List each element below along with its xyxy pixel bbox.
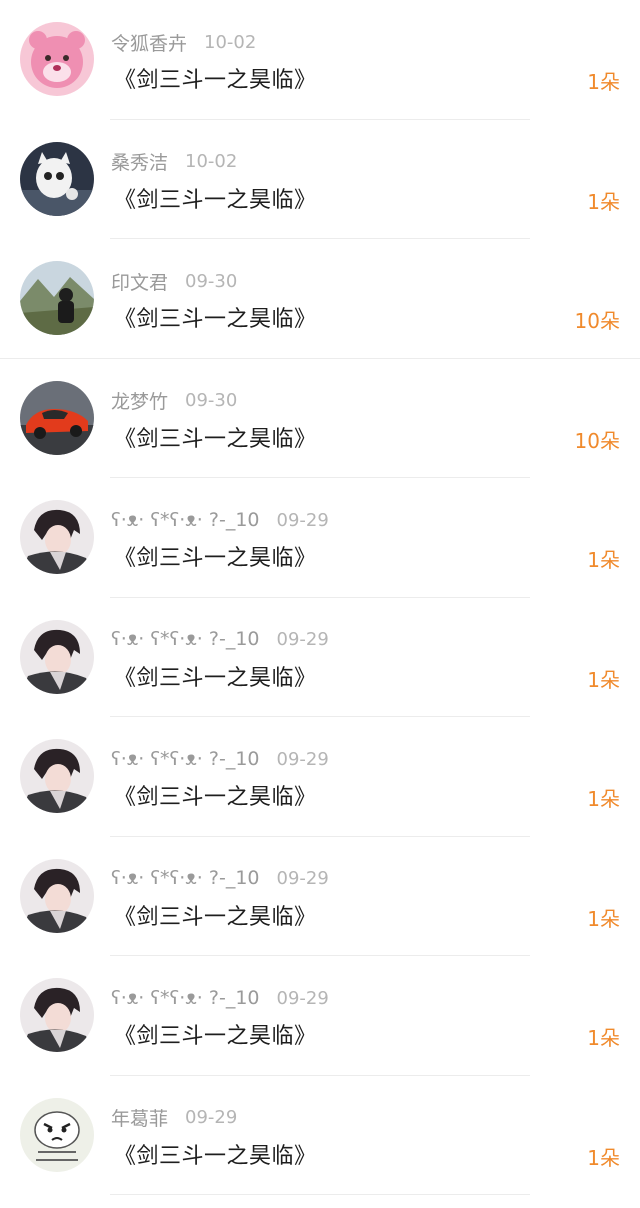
mountain-person-avatar[interactable] <box>20 261 94 335</box>
user-name[interactable]: ʕ·ᴥ· ʕ*ʕ·ᴥ· ?-_10 <box>111 509 260 532</box>
flower-count: 1朵 <box>587 906 620 931</box>
user-name[interactable]: ʕ·ᴥ· ʕ*ʕ·ᴥ· ?-_10 <box>111 628 260 651</box>
list-item[interactable]: 桑秀洁 10-02 《剑三斗一之昊临》 1朵 <box>0 120 640 239</box>
user-name[interactable]: 令狐香卉 <box>111 29 187 56</box>
gift-date: 09-29 <box>276 629 329 650</box>
user-name[interactable]: ʕ·ᴥ· ʕ*ʕ·ᴥ· ?-_10 <box>111 987 260 1010</box>
gift-date: 09-29 <box>276 868 329 889</box>
anime-boy-avatar[interactable] <box>20 619 94 694</box>
gift-date: 09-29 <box>276 509 329 531</box>
gift-date: 10-02 <box>204 31 257 53</box>
gift-date: 09-30 <box>185 390 238 411</box>
flower-count: 1朵 <box>587 1026 620 1050</box>
book-title[interactable]: 《剑三斗一之昊临》 <box>114 779 317 811</box>
list-item[interactable]: 年葛菲 09-29 《剑三斗一之昊临》 1朵 <box>0 1076 640 1195</box>
user-name[interactable]: 龙梦竹 <box>111 387 168 414</box>
user-name[interactable]: 印文君 <box>111 268 168 295</box>
user-name[interactable]: ʕ·ᴥ· ʕ*ʕ·ᴥ· ?-_10 <box>111 867 260 890</box>
anime-boy-avatar[interactable] <box>20 739 94 813</box>
flower-count: 1朵 <box>587 189 620 214</box>
gift-record-list: 令狐香卉 10-02 《剑三斗一之昊临》 1朵 桑秀洁 10-02 《剑三斗一之… <box>0 0 640 1208</box>
book-title[interactable]: 《剑三斗一之昊临》 <box>114 301 317 333</box>
divider <box>110 1194 530 1195</box>
user-name[interactable]: ʕ·ᴥ· ʕ*ʕ·ᴥ· ?-_10 <box>111 748 260 771</box>
book-title[interactable]: 《剑三斗一之昊临》 <box>114 62 317 94</box>
list-item[interactable]: ʕ·ᴥ· ʕ*ʕ·ᴥ· ?-_10 09-29 《剑三斗一之昊临》 1朵 <box>0 956 640 1076</box>
book-title[interactable]: 《剑三斗一之昊临》 <box>114 1018 317 1050</box>
list-item[interactable]: ʕ·ᴥ· ʕ*ʕ·ᴥ· ?-_10 09-29 《剑三斗一之昊临》 1朵 <box>0 837 640 956</box>
gift-date: 09-29 <box>185 1107 238 1128</box>
flower-count: 10朵 <box>574 309 620 333</box>
list-item[interactable]: 印文君 09-30 《剑三斗一之昊临》 10朵 <box>0 239 640 359</box>
user-name[interactable]: 桑秀洁 <box>111 148 168 175</box>
gift-date: 09-30 <box>185 270 238 292</box>
user-name[interactable]: 年葛菲 <box>111 1104 168 1131</box>
flower-count: 1朵 <box>587 1145 620 1170</box>
book-title[interactable]: 《剑三斗一之昊临》 <box>114 1138 317 1170</box>
gift-date: 10-02 <box>185 151 238 172</box>
flower-count: 1朵 <box>587 787 620 811</box>
flower-count: 1朵 <box>587 70 620 94</box>
anime-boy-avatar[interactable] <box>20 858 94 933</box>
meme-face-avatar[interactable] <box>20 1097 94 1172</box>
gift-date: 09-29 <box>276 748 329 770</box>
pink-bear-avatar[interactable] <box>20 22 94 96</box>
book-title[interactable]: 《剑三斗一之昊临》 <box>114 540 317 572</box>
book-title[interactable]: 《剑三斗一之昊临》 <box>114 660 317 692</box>
list-item[interactable]: 令狐香卉 10-02 《剑三斗一之昊临》 1朵 <box>0 0 640 120</box>
list-item[interactable]: ʕ·ᴥ· ʕ*ʕ·ᴥ· ?-_10 09-29 《剑三斗一之昊临》 1朵 <box>0 598 640 717</box>
red-car-avatar[interactable] <box>20 380 94 455</box>
anime-boy-avatar[interactable] <box>20 500 94 574</box>
flower-count: 1朵 <box>587 667 620 692</box>
white-cat-avatar[interactable] <box>20 141 94 216</box>
book-title[interactable]: 《剑三斗一之昊临》 <box>114 899 317 931</box>
flower-count: 10朵 <box>574 428 620 453</box>
flower-count: 1朵 <box>587 548 620 572</box>
anime-boy-avatar[interactable] <box>20 978 94 1052</box>
list-item[interactable]: 龙梦竹 09-30 《剑三斗一之昊临》 10朵 <box>0 359 640 478</box>
book-title[interactable]: 《剑三斗一之昊临》 <box>114 182 317 214</box>
list-item[interactable]: ʕ·ᴥ· ʕ*ʕ·ᴥ· ?-_10 09-29 《剑三斗一之昊临》 1朵 <box>0 717 640 837</box>
book-title[interactable]: 《剑三斗一之昊临》 <box>114 421 317 453</box>
gift-date: 09-29 <box>276 987 329 1009</box>
list-item[interactable]: ʕ·ᴥ· ʕ*ʕ·ᴥ· ?-_10 09-29 《剑三斗一之昊临》 1朵 <box>0 478 640 598</box>
